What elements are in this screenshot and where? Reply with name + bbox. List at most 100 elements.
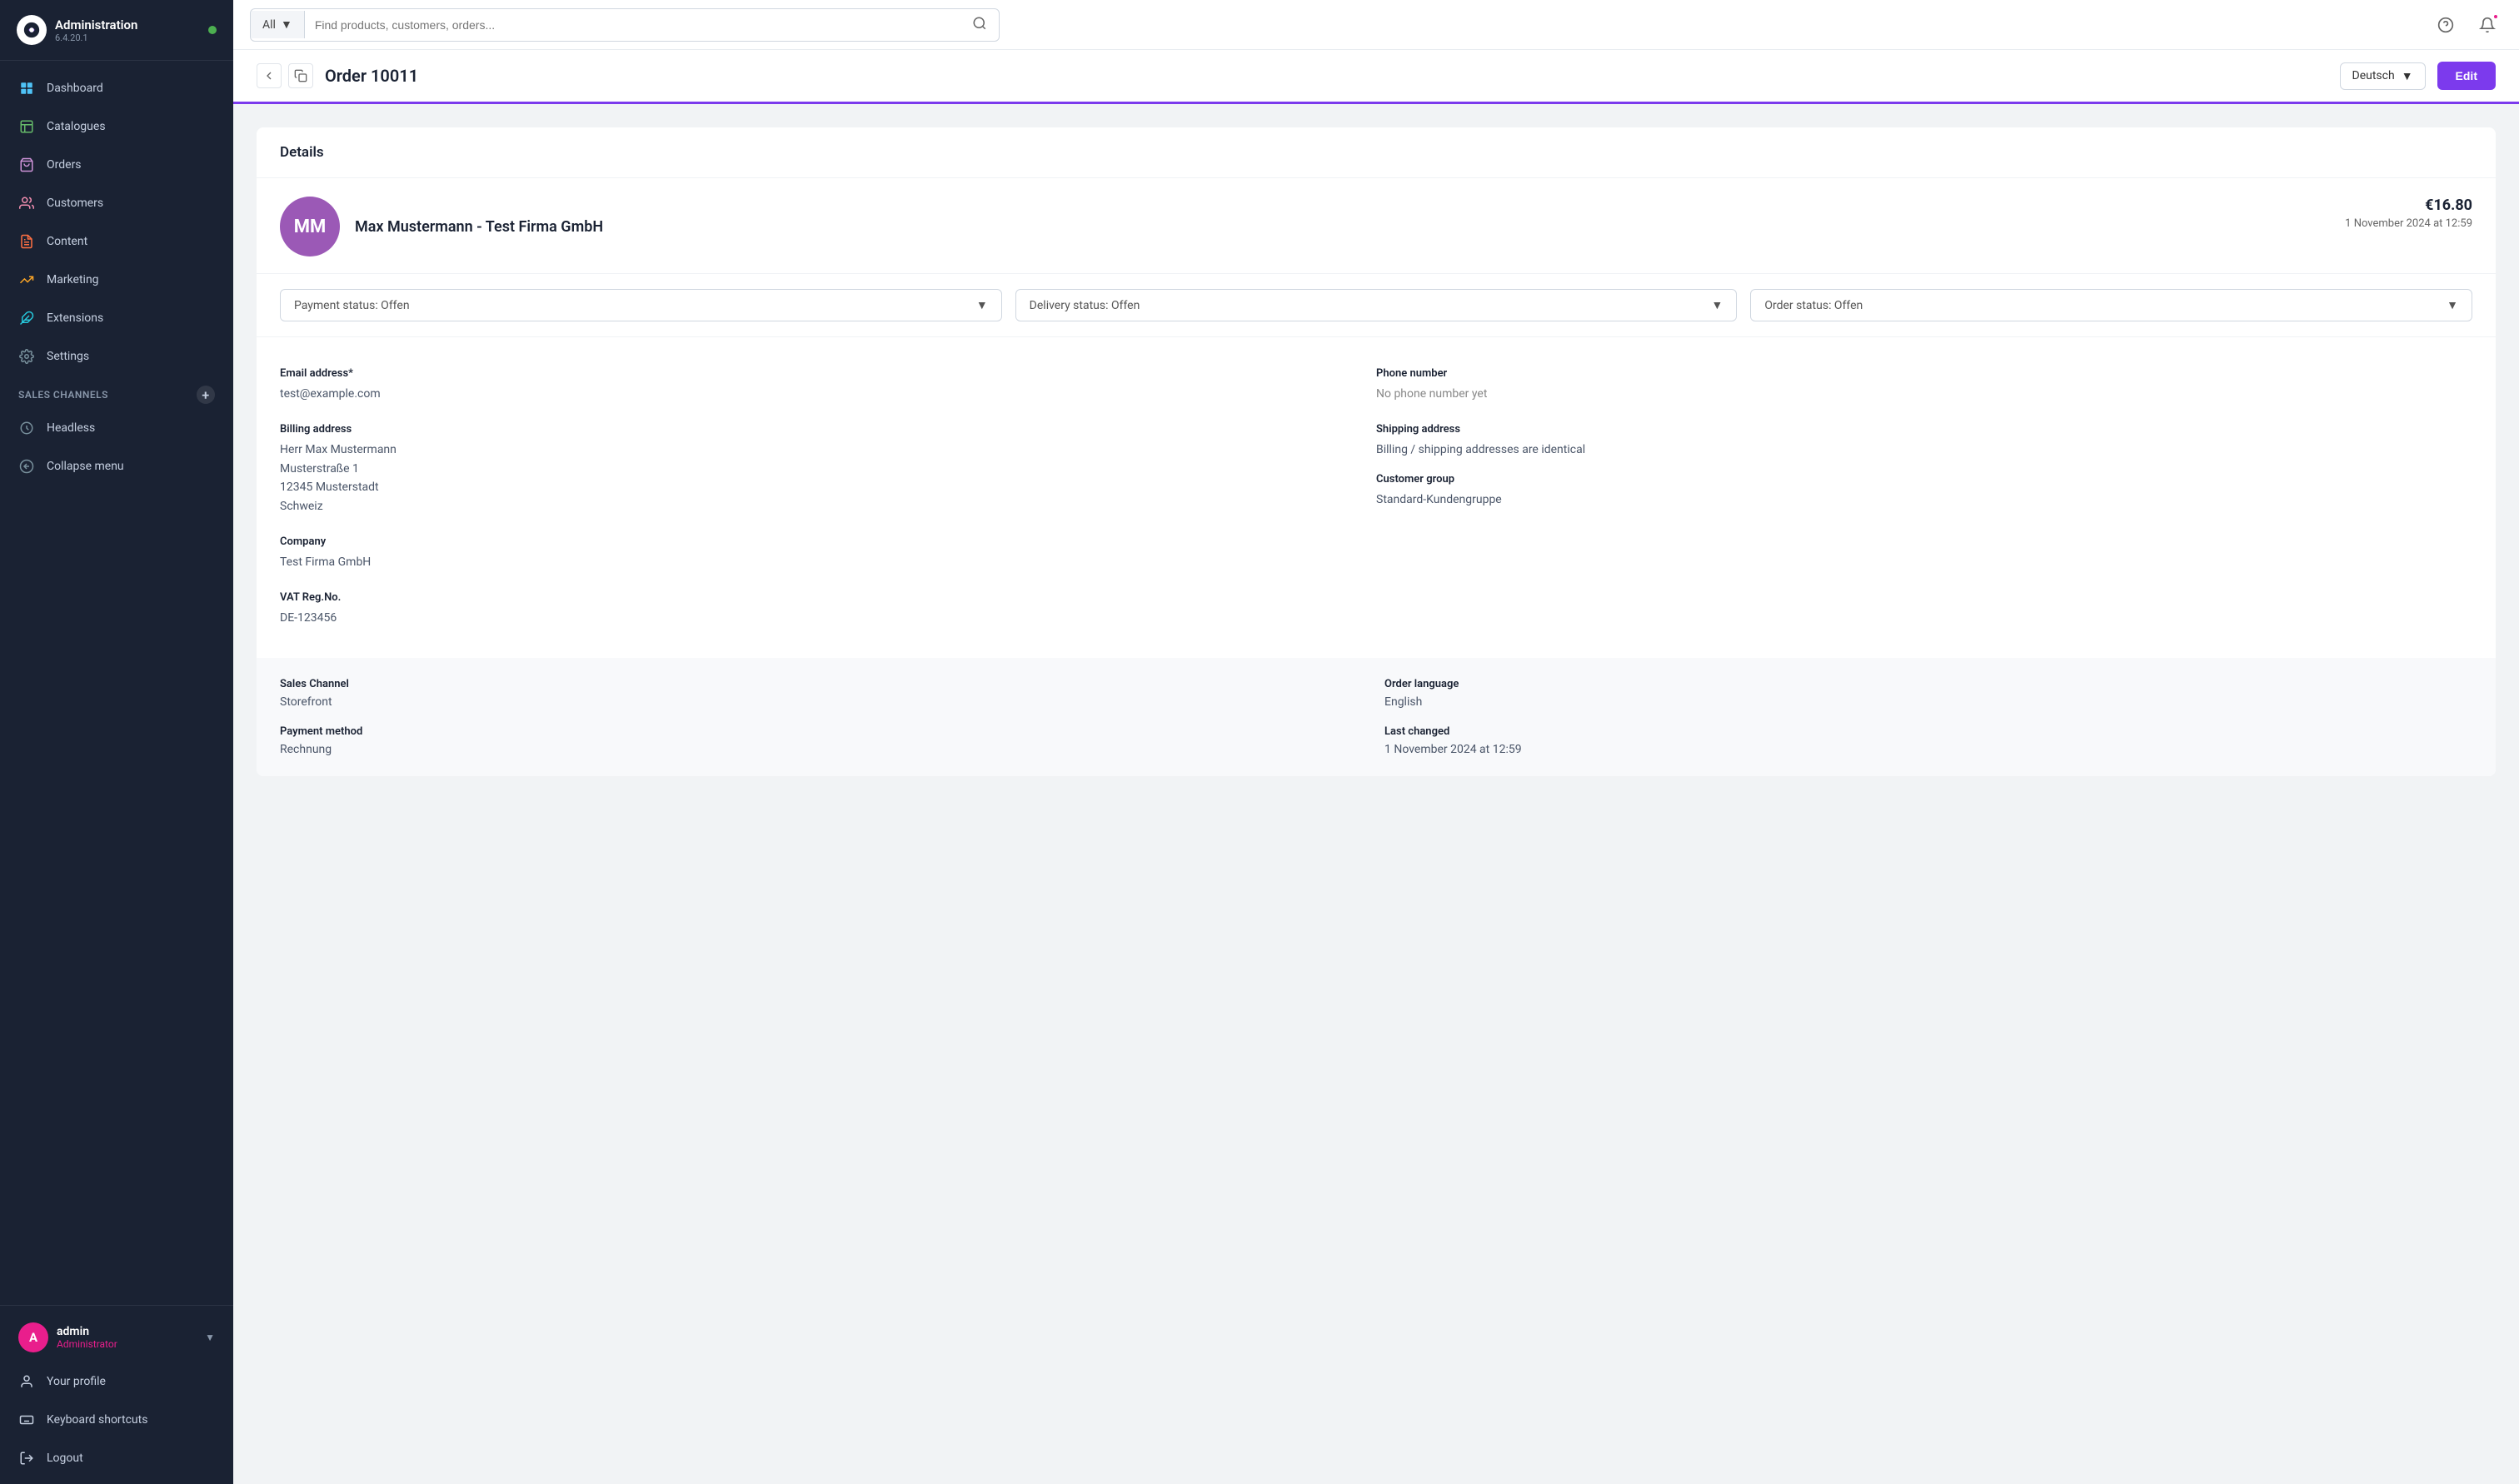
catalogues-icon bbox=[18, 118, 35, 135]
vat-group-left: VAT Reg.No. DE-123456 bbox=[280, 581, 1376, 637]
profile-icon bbox=[18, 1373, 35, 1390]
keyboard-icon bbox=[18, 1412, 35, 1428]
email-value: test@example.com bbox=[280, 385, 1376, 403]
details-grid: Email address* test@example.com Phone nu… bbox=[257, 337, 2496, 658]
search-icon-button[interactable] bbox=[960, 9, 999, 41]
sidebar-item-headless[interactable]: Headless bbox=[0, 409, 233, 447]
topbar-actions bbox=[2431, 10, 2502, 40]
add-sales-channel-button[interactable]: + bbox=[197, 386, 215, 404]
collapse-label: Collapse menu bbox=[47, 460, 124, 473]
page-navigation bbox=[257, 63, 313, 88]
notification-badge bbox=[2492, 13, 2499, 20]
main-nav: Dashboard Catalogues Orders Customers bbox=[0, 61, 233, 1305]
user-name: admin bbox=[57, 1325, 197, 1338]
company-group: Company Test Firma GmbH bbox=[280, 525, 1376, 581]
app-name: Administration bbox=[55, 17, 137, 32]
details-header: Details bbox=[257, 127, 2496, 178]
billing-label: Billing address bbox=[280, 423, 1376, 436]
sidebar-item-keyboard-shortcuts[interactable]: Keyboard shortcuts bbox=[0, 1401, 233, 1439]
sidebar-item-label: Extensions bbox=[47, 311, 103, 325]
collapse-icon bbox=[18, 458, 35, 475]
language-selector[interactable]: Deutsch ▼ bbox=[2340, 62, 2426, 90]
app-logo bbox=[17, 15, 47, 45]
payment-method-label: Payment method bbox=[280, 725, 1368, 738]
customer-info: MM Max Mustermann - Test Firma GmbH bbox=[280, 197, 603, 256]
customer-avatar: MM bbox=[280, 197, 340, 256]
search-input[interactable] bbox=[305, 12, 960, 38]
sidebar-item-orders[interactable]: Orders bbox=[0, 146, 233, 184]
back-button[interactable] bbox=[257, 63, 282, 88]
sales-channel-label: Sales Channel bbox=[280, 678, 1368, 690]
search-container: All ▼ bbox=[250, 8, 1000, 42]
sidebar-item-label: Orders bbox=[47, 158, 82, 172]
order-language-value: English bbox=[1384, 695, 2472, 709]
sidebar-bottom: A admin Administrator ▼ Your profile Key… bbox=[0, 1305, 233, 1484]
sidebar: Administration 6.4.20.1 Dashboard Catalo… bbox=[0, 0, 233, 1484]
topbar: All ▼ bbox=[233, 0, 2519, 50]
sidebar-item-content[interactable]: Content bbox=[0, 222, 233, 261]
shipping-label: Shipping address bbox=[1376, 423, 2472, 436]
order-language-label: Order language bbox=[1384, 678, 2472, 690]
vat-label: VAT Reg.No. bbox=[280, 591, 1376, 604]
delivery-status-label: Delivery status: Offen bbox=[1030, 299, 1140, 312]
sidebar-item-settings[interactable]: Settings bbox=[0, 337, 233, 376]
order-language-group: Order language English bbox=[1384, 678, 2472, 709]
sidebar-item-marketing[interactable]: Marketing bbox=[0, 261, 233, 299]
language-label: Deutsch bbox=[2352, 69, 2395, 82]
customer-group-label: Customer group bbox=[1376, 473, 2472, 486]
help-button[interactable] bbox=[2431, 10, 2461, 40]
user-info: admin Administrator bbox=[57, 1325, 197, 1350]
user-menu[interactable]: A admin Administrator ▼ bbox=[0, 1312, 233, 1362]
company-value: Test Firma GmbH bbox=[280, 553, 1376, 571]
sales-channel-group: Sales Channel Storefront bbox=[280, 678, 1368, 709]
search-filter-label: All bbox=[262, 18, 276, 32]
sidebar-item-label: Your profile bbox=[47, 1375, 106, 1388]
settings-icon bbox=[18, 348, 35, 365]
customers-icon bbox=[18, 195, 35, 212]
email-group: Email address* test@example.com bbox=[280, 357, 1376, 413]
sidebar-item-logout[interactable]: Logout bbox=[0, 1439, 233, 1477]
edit-button[interactable]: Edit bbox=[2437, 62, 2496, 90]
last-changed-value: 1 November 2024 at 12:59 bbox=[1384, 743, 2472, 756]
collapse-menu-button[interactable]: Collapse menu bbox=[0, 447, 233, 486]
customer-group-value: Standard-Kundengruppe bbox=[1376, 491, 2472, 509]
sidebar-item-dashboard[interactable]: Dashboard bbox=[0, 69, 233, 107]
phone-value: No phone number yet bbox=[1376, 385, 2472, 403]
vat-value: DE-123456 bbox=[280, 609, 1376, 627]
company-label: Company bbox=[280, 535, 1376, 548]
marketing-icon bbox=[18, 271, 35, 288]
billing-group: Billing address Herr Max Mustermann Must… bbox=[280, 413, 1376, 525]
delivery-status-select[interactable]: Delivery status: Offen ▼ bbox=[1015, 289, 1738, 321]
last-changed-group: Last changed 1 November 2024 at 12:59 bbox=[1384, 725, 2472, 756]
payment-status-select[interactable]: Payment status: Offen ▼ bbox=[280, 289, 1002, 321]
search-filter-chevron-icon: ▼ bbox=[281, 17, 292, 32]
language-chevron-icon: ▼ bbox=[2402, 69, 2413, 83]
shipping-group: Shipping address Billing / shipping addr… bbox=[1376, 413, 2472, 525]
order-total: €16.80 1 November 2024 at 12:59 bbox=[2345, 197, 2472, 230]
sidebar-item-catalogues[interactable]: Catalogues bbox=[0, 107, 233, 146]
sidebar-item-profile[interactable]: Your profile bbox=[0, 1362, 233, 1401]
sidebar-item-label: Headless bbox=[47, 421, 95, 435]
sidebar-item-extensions[interactable]: Extensions bbox=[0, 299, 233, 337]
customer-name: Max Mustermann - Test Firma GmbH bbox=[355, 218, 603, 236]
sidebar-header: Administration 6.4.20.1 bbox=[0, 0, 233, 61]
main-content: All ▼ Order 100 bbox=[233, 0, 2519, 1484]
headless-icon bbox=[18, 420, 35, 436]
sidebar-item-customers[interactable]: Customers bbox=[0, 184, 233, 222]
sidebar-item-label: Catalogues bbox=[47, 120, 106, 133]
logout-icon bbox=[18, 1450, 35, 1467]
sidebar-item-label: Logout bbox=[47, 1452, 83, 1465]
status-row: Payment status: Offen ▼ Delivery status:… bbox=[257, 274, 2496, 337]
order-amount: €16.80 bbox=[2345, 197, 2472, 214]
order-status-label: Order status: Offen bbox=[1764, 299, 1863, 312]
content-area: Details MM Max Mustermann - Test Firma G… bbox=[233, 104, 2519, 1484]
phone-label: Phone number bbox=[1376, 367, 2472, 380]
search-filter-button[interactable]: All ▼ bbox=[251, 11, 305, 38]
sidebar-item-label: Settings bbox=[47, 350, 89, 363]
notifications-button[interactable] bbox=[2472, 10, 2502, 40]
order-status-select[interactable]: Order status: Offen ▼ bbox=[1750, 289, 2472, 321]
order-date: 1 November 2024 at 12:59 bbox=[2345, 217, 2472, 230]
payment-status-label: Payment status: Offen bbox=[294, 299, 410, 312]
payment-method-value: Rechnung bbox=[280, 743, 1368, 756]
copy-button[interactable] bbox=[288, 63, 313, 88]
